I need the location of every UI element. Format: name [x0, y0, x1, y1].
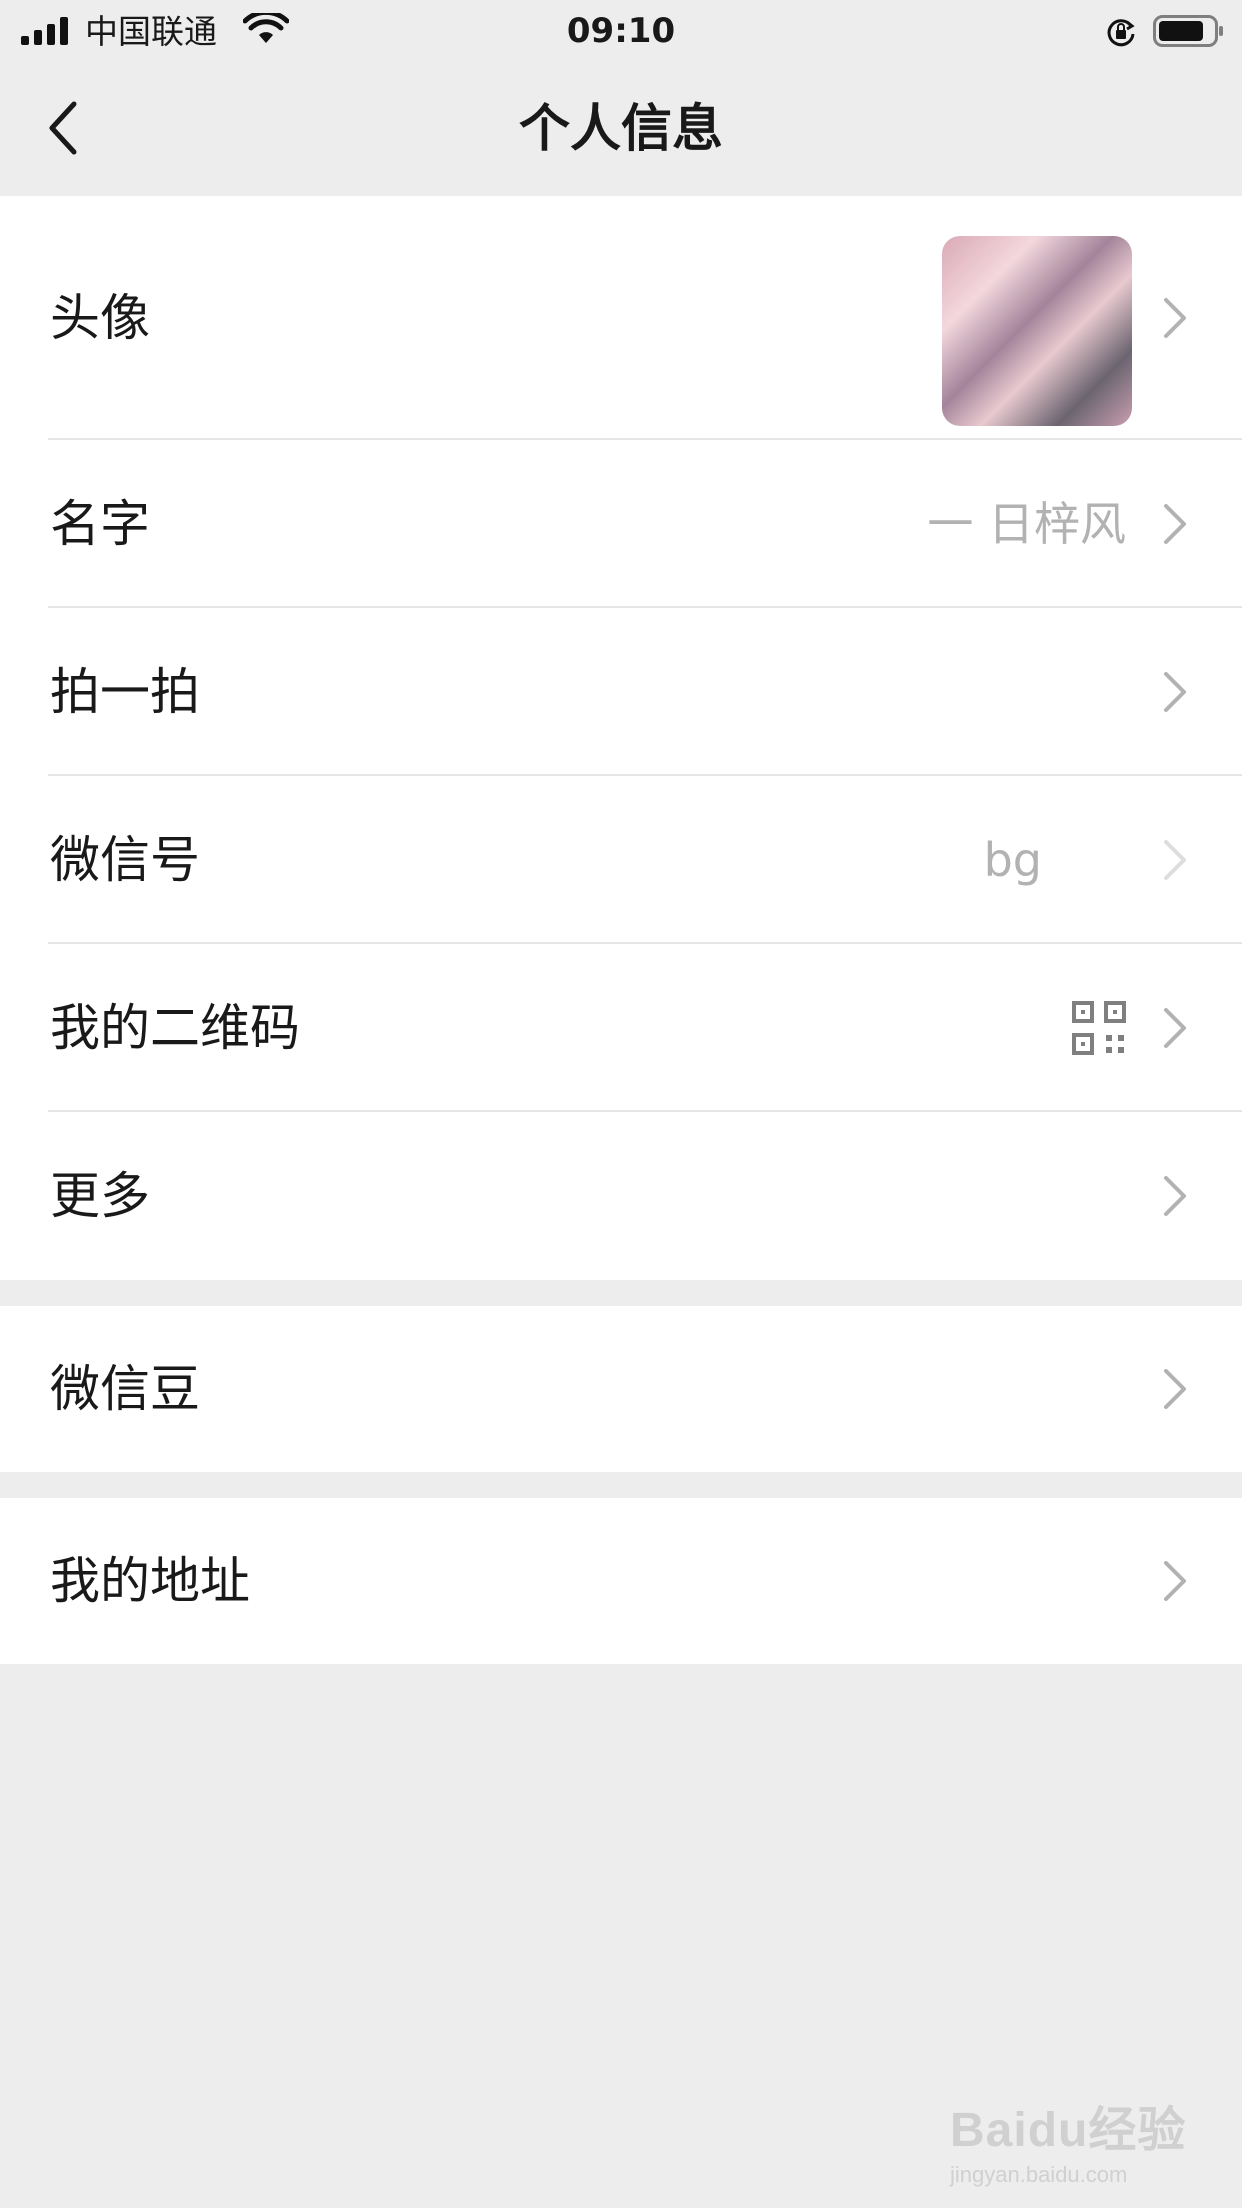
chevron-right-icon	[1164, 298, 1186, 338]
status-time: 09:10	[566, 11, 676, 51]
my-address-row[interactable]: 我的地址	[0, 1498, 1242, 1664]
pat-label: 拍一拍	[50, 663, 200, 721]
chevron-right-icon	[1164, 1008, 1186, 1048]
address-group: 我的地址	[0, 1498, 1242, 1664]
chevron-right-icon	[1164, 840, 1186, 880]
navigation-bar: 个人信息	[0, 62, 1242, 196]
watermark-url: jingyan.baidu.com	[950, 2162, 1128, 2187]
chevron-right-icon	[1164, 1561, 1186, 1601]
page-title: 个人信息	[518, 100, 723, 159]
baidu-watermark: Baidu经验 jingyan.baidu.com	[950, 2090, 1190, 2188]
pat-row[interactable]: 拍一拍	[0, 608, 1242, 776]
chevron-right-icon	[1164, 504, 1186, 544]
orientation-lock-icon	[1107, 19, 1135, 47]
wechat-beans-group: 微信豆	[0, 1306, 1242, 1472]
watermark-logo: Baidu经验	[950, 2104, 1187, 2157]
wechat-beans-row[interactable]: 微信豆	[0, 1306, 1242, 1472]
avatar-row[interactable]: 头像	[0, 196, 1242, 440]
wechat-id-label: 微信号	[50, 831, 200, 889]
profile-group: 头像 名字 一 日梓风 拍一拍 微信号 bg 我的二维码 更多	[0, 196, 1242, 1280]
name-label: 名字	[50, 495, 150, 553]
name-value: 一 日梓风	[927, 497, 1126, 551]
battery-icon	[1153, 15, 1223, 47]
wechat-beans-label: 微信豆	[50, 1360, 200, 1418]
more-row[interactable]: 更多	[0, 1112, 1242, 1280]
chevron-right-icon	[1164, 672, 1186, 712]
qr-code-label: 我的二维码	[50, 999, 300, 1057]
status-bar: 中国联通 09:10	[0, 0, 1242, 62]
chevron-right-icon	[1164, 1369, 1186, 1409]
qr-code-row[interactable]: 我的二维码	[0, 944, 1242, 1112]
qr-code-icon	[1072, 1001, 1126, 1055]
avatar	[942, 236, 1132, 426]
more-label: 更多	[50, 1167, 150, 1225]
avatar-label: 头像	[50, 289, 150, 347]
wechat-id-value: bg	[983, 833, 1042, 887]
wechat-id-row[interactable]: 微信号 bg	[0, 776, 1242, 944]
screen: 中国联通 09:10 个人信息 头像 名字 一 日梓风 拍一拍 微信号 bg 我…	[0, 0, 1242, 2208]
name-row[interactable]: 名字 一 日梓风	[0, 440, 1242, 608]
chevron-right-icon	[1164, 1176, 1186, 1216]
my-address-label: 我的地址	[50, 1552, 250, 1610]
